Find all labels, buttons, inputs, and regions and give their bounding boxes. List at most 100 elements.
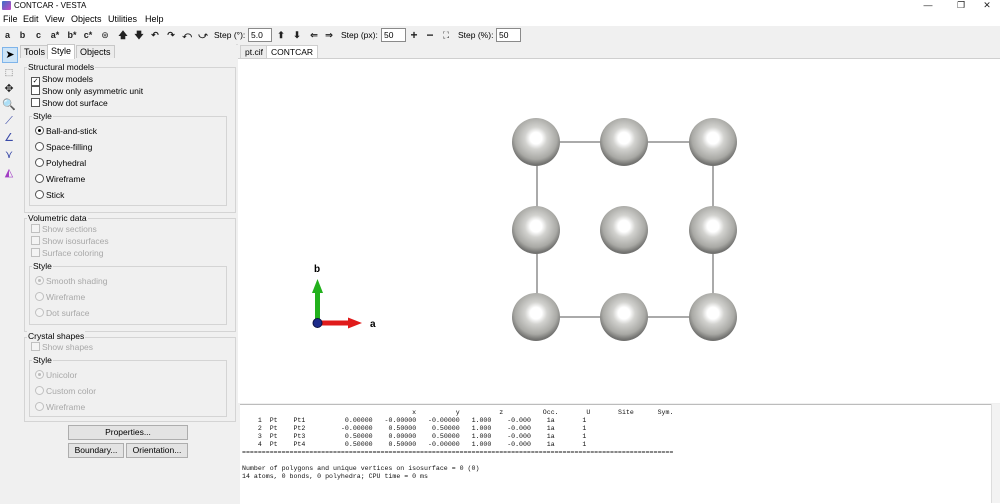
properties-button[interactable]: Properties... bbox=[68, 425, 188, 440]
view-along-c-button[interactable]: c bbox=[34, 28, 43, 42]
menu-utilities[interactable]: Utilities bbox=[108, 13, 137, 25]
menu-edit[interactable]: Edit bbox=[23, 13, 39, 25]
distance-tool-icon[interactable]: ⟋ bbox=[2, 114, 16, 128]
vol-wireframe-radio[interactable]: Wireframe bbox=[35, 292, 85, 302]
output-summary-line: 14 atoms, 0 bonds, 0 polyhedra; CPU time… bbox=[242, 473, 428, 480]
window-title: CONTCAR - VESTA bbox=[14, 1, 87, 10]
style-space-filling-radio[interactable]: Space-filling bbox=[35, 142, 92, 152]
view-along-c-star-button[interactable]: c* bbox=[82, 28, 94, 42]
crystal-shapes-title: Crystal shapes bbox=[27, 331, 86, 341]
doc-tab-contcar[interactable]: CONTCAR bbox=[266, 45, 319, 59]
structure-viewer[interactable]: b a bbox=[238, 58, 1000, 403]
step-deg-input[interactable]: 5.0 bbox=[248, 28, 272, 42]
tab-style[interactable]: Style bbox=[47, 44, 76, 59]
view-along-a-star-button[interactable]: a* bbox=[49, 28, 61, 42]
move-right-icon[interactable]: ⇒ bbox=[323, 28, 335, 42]
pt-atom[interactable] bbox=[600, 118, 648, 166]
output-separator: ========================================… bbox=[242, 449, 674, 456]
orientation-button[interactable]: Orientation... bbox=[126, 443, 188, 458]
output-scrollbar[interactable] bbox=[991, 404, 1000, 503]
show-models-checkbox[interactable]: ✓ Show models bbox=[31, 74, 93, 86]
crystal-wireframe-radio[interactable]: Wireframe bbox=[35, 402, 85, 412]
rotate-cw-icon[interactable]: ⤻ bbox=[197, 28, 209, 42]
close-button[interactable]: ✕ bbox=[972, 0, 1000, 12]
style-ball-and-stick-radio[interactable]: Ball-and-stick bbox=[35, 126, 97, 136]
style-wireframe-radio[interactable]: Wireframe bbox=[35, 174, 85, 184]
angle-tool-icon[interactable]: ∠ bbox=[2, 131, 16, 145]
step-px-input[interactable]: 50 bbox=[381, 28, 406, 42]
atom-row: 1 Pt Pt1 0.00000 -0.00000 -0.00000 1.000… bbox=[257, 417, 587, 424]
magnify-tool-icon[interactable]: 🔍 bbox=[2, 98, 16, 112]
menu-help[interactable]: Help bbox=[145, 13, 164, 25]
move-down-icon[interactable]: ⬇ bbox=[292, 28, 302, 42]
crystal-custom-color-radio[interactable]: Custom color bbox=[35, 386, 96, 396]
select-tool-icon[interactable]: ➤ bbox=[2, 47, 18, 63]
style-stick-radio[interactable]: Stick bbox=[35, 190, 64, 200]
style-polyhedral-radio[interactable]: Polyhedral bbox=[35, 158, 86, 168]
title-bar: CONTCAR - VESTA — ❐ ✕ bbox=[0, 0, 1000, 12]
show-shapes-checkbox[interactable]: Show shapes bbox=[31, 342, 93, 352]
crystal-unicolor-radio[interactable]: Unicolor bbox=[35, 370, 77, 380]
step-deg-label: Step (°): bbox=[214, 30, 246, 40]
atom-row: 2 Pt Pt2 -0.00000 0.50000 0.50000 1.000 … bbox=[257, 425, 587, 432]
menu-objects[interactable]: Objects bbox=[71, 13, 102, 25]
standard-orientation-icon[interactable]: ⊛ bbox=[99, 28, 111, 42]
lattice-plane-tool-icon[interactable]: ◭ bbox=[2, 166, 16, 180]
dihedral-tool-icon[interactable]: ⋎ bbox=[2, 148, 16, 162]
axis-a-arrowhead bbox=[348, 317, 362, 329]
doc-tab-pt-cif[interactable]: pt.cif bbox=[240, 45, 268, 59]
zoom-in-icon[interactable]: + bbox=[409, 28, 419, 42]
rotate-left-icon[interactable]: ↶ bbox=[149, 28, 161, 42]
crystal-style-title: Style bbox=[32, 355, 53, 365]
atom-row: 4 Pt Pt4 0.50000 0.50000 -0.00000 1.000 … bbox=[257, 441, 587, 448]
show-sections-checkbox[interactable]: Show sections bbox=[31, 224, 97, 234]
pt-atom[interactable] bbox=[512, 293, 560, 341]
output-isosurface-line: Number of polygons and unique vertices o… bbox=[242, 465, 480, 472]
pt-atom[interactable] bbox=[512, 206, 560, 254]
rotate-right-icon[interactable]: ↷ bbox=[165, 28, 177, 42]
pt-atom[interactable] bbox=[512, 118, 560, 166]
menu-file[interactable]: File bbox=[3, 13, 18, 25]
axis-a-shaft bbox=[319, 320, 348, 326]
show-isosurfaces-checkbox[interactable]: Show isosurfaces bbox=[31, 236, 109, 246]
vol-dot-surface-radio[interactable]: Dot surface bbox=[35, 308, 89, 318]
move-left-icon[interactable]: ⇐ bbox=[308, 28, 320, 42]
style-panel: Tools Style Objects Structural models ✓ S… bbox=[18, 44, 236, 503]
volumetric-data-title: Volumetric data bbox=[27, 213, 88, 223]
show-asym-unit-checkbox[interactable]: Show only asymmetric unit bbox=[31, 86, 143, 96]
fit-to-screen-icon[interactable]: ⛶ bbox=[440, 28, 452, 42]
axis-b-label: b bbox=[314, 264, 320, 275]
pt-atom[interactable] bbox=[689, 206, 737, 254]
minimize-button[interactable]: — bbox=[913, 0, 943, 12]
axis-b-arrowhead bbox=[312, 279, 323, 293]
view-along-b-button[interactable]: b bbox=[18, 28, 27, 42]
translate-tool-icon[interactable]: ✥ bbox=[2, 82, 16, 96]
boundary-button[interactable]: Boundary... bbox=[68, 443, 124, 458]
output-console[interactable]: x y z Occ. U Site Sym. 1 Pt Pt1 0.00000 … bbox=[240, 404, 1000, 504]
crystal-structure-canvas[interactable]: b a bbox=[238, 59, 1000, 403]
move-up-icon[interactable]: ⬆ bbox=[276, 28, 286, 42]
show-dot-surface-checkbox[interactable]: Show dot surface bbox=[31, 98, 108, 108]
menu-bar: File Edit View Objects Utilities Help bbox=[0, 12, 1000, 26]
vol-smooth-shading-radio[interactable]: Smooth shading bbox=[35, 276, 107, 286]
pt-atom[interactable] bbox=[689, 293, 737, 341]
step-pct-input[interactable]: 50 bbox=[496, 28, 521, 42]
pt-atom[interactable] bbox=[689, 118, 737, 166]
pt-atom[interactable] bbox=[600, 293, 648, 341]
view-along-b-star-button[interactable]: b* bbox=[66, 28, 78, 42]
tab-tools[interactable]: Tools bbox=[20, 45, 50, 58]
toolbar: a b c a* b* c* ⊛ 🡅 🡇 ↶ ↷ ⤺ ⤻ Step (°): 5… bbox=[0, 26, 1000, 45]
vesta-app-icon bbox=[2, 1, 11, 10]
surface-coloring-checkbox[interactable]: Surface coloring bbox=[31, 248, 103, 258]
tab-objects[interactable]: Objects bbox=[76, 45, 115, 58]
zoom-out-icon[interactable]: − bbox=[425, 28, 435, 42]
menu-view[interactable]: View bbox=[45, 13, 64, 25]
rotate-ccw-icon[interactable]: ⤺ bbox=[181, 28, 193, 42]
step-pct-label: Step (%): bbox=[458, 30, 494, 40]
select-region-icon[interactable]: ⬚ bbox=[2, 65, 16, 79]
output-header: x y z Occ. U Site Sym. bbox=[412, 409, 674, 416]
rotate-up-icon[interactable]: 🡅 bbox=[117, 28, 129, 42]
view-along-a-button[interactable]: a bbox=[3, 28, 12, 42]
pt-atom[interactable] bbox=[600, 206, 648, 254]
rotate-down-icon[interactable]: 🡇 bbox=[133, 28, 145, 42]
